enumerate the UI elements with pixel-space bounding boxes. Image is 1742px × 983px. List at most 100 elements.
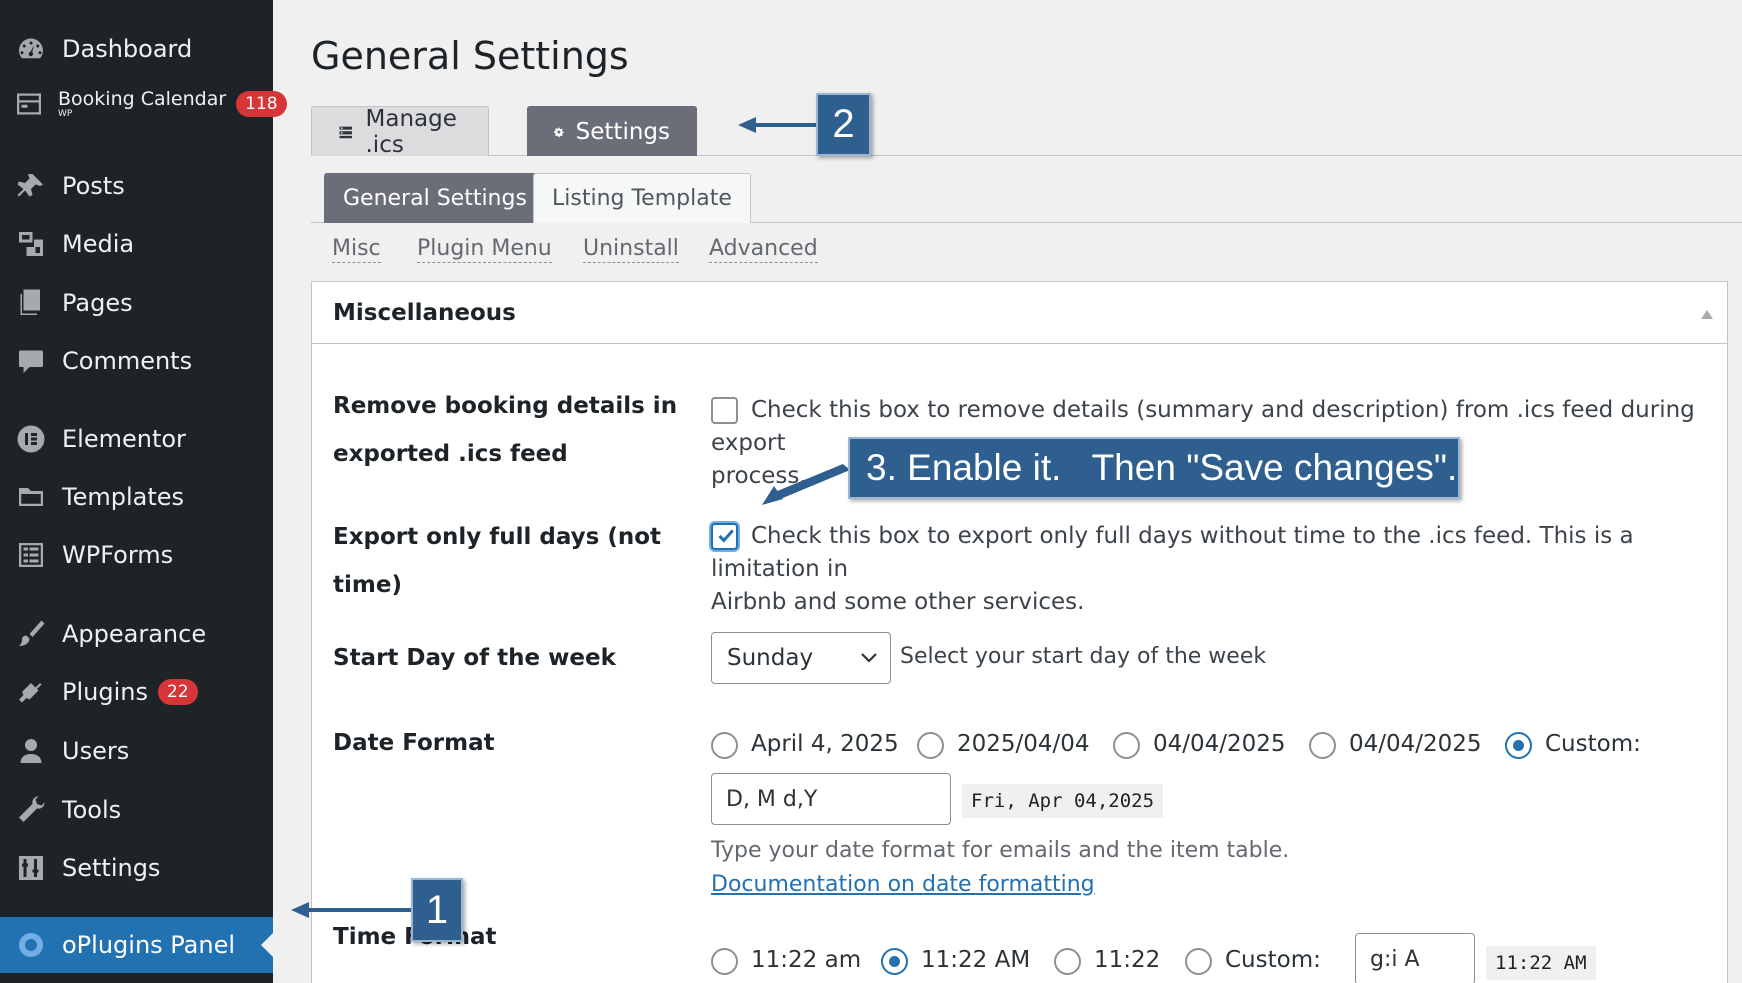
anchor-link-advanced[interactable]: Advanced (709, 236, 818, 263)
sliders-icon (14, 853, 48, 883)
list-icon (339, 126, 352, 138)
time-format-option-1[interactable]: 11:22 am (751, 947, 861, 973)
page-title: General Settings (311, 34, 629, 78)
tab-label: Settings (575, 118, 670, 145)
date-format-option-custom[interactable]: Custom: (1545, 731, 1641, 757)
sidebar-item-booking-calendar[interactable]: Booking Calendar WP 118 (0, 80, 287, 128)
start-day-select[interactable]: Sunday (711, 632, 891, 684)
time-format-option-2[interactable]: 11:22 AM (921, 947, 1030, 973)
media-icon (14, 229, 48, 259)
date-format-radio-3[interactable] (1113, 732, 1140, 759)
sidebar-item-appearance[interactable]: Appearance (0, 610, 273, 658)
annotation-step-2: 2 (816, 93, 871, 156)
sidebar-item-dashboard[interactable]: Dashboard (0, 25, 273, 73)
sidebar-item-plugins[interactable]: Plugins 22 (0, 668, 273, 716)
active-indicator (261, 933, 273, 957)
annotation-step-3: 3. Enable it. Then "Save changes". (848, 437, 1460, 499)
time-format-radio-2[interactable] (881, 948, 908, 975)
sidebar-item-label: Comments (62, 347, 193, 375)
anchor-link-uninstall[interactable]: Uninstall (583, 236, 679, 263)
date-format-radio-custom[interactable] (1505, 732, 1532, 759)
sidebar-item-label: oPlugins Panel (62, 931, 236, 959)
sidebar-item-templates[interactable]: Templates (0, 473, 273, 521)
subtab-listing-template[interactable]: Listing Template (533, 173, 751, 223)
date-format-preview: Fri, Apr 04,2025 (962, 784, 1164, 818)
time-format-preview: 11:22 AM (1486, 946, 1596, 980)
time-format-custom-input[interactable]: g:i A (1355, 933, 1475, 983)
sidebar-item-label: Appearance (62, 620, 207, 648)
tab-manage-ics[interactable]: Manage .ics (311, 106, 489, 158)
date-format-doc-link[interactable]: Documentation on date formatting (711, 872, 1095, 897)
remove-details-label: Remove booking details in exported .ics … (333, 393, 678, 467)
sidebar-item-label: Media (62, 230, 135, 258)
time-format-radio-1[interactable] (711, 948, 738, 975)
time-format-option-custom[interactable]: Custom: (1225, 947, 1321, 973)
anchor-link-plugin-menu[interactable]: Plugin Menu (417, 236, 552, 263)
anchor-link-misc[interactable]: Misc (332, 236, 381, 263)
forms-icon (14, 540, 48, 570)
date-format-radio-4[interactable] (1309, 732, 1336, 759)
start-day-label: Start Day of the week (333, 645, 616, 671)
sidebar-item-label: Settings (62, 854, 161, 882)
sidebar-item-elementor[interactable]: Elementor (0, 415, 273, 463)
sidebar-item-media[interactable]: Media (0, 220, 273, 268)
subtab-general-settings[interactable]: General Settings (324, 173, 546, 223)
full-days-label: Export only full days (not time) (333, 524, 662, 598)
user-icon (14, 736, 48, 766)
panel-title: Miscellaneous (333, 299, 516, 326)
tab-divider (311, 155, 1742, 156)
date-format-option-1[interactable]: April 4, 2025 (751, 731, 899, 757)
notification-badge: 22 (157, 678, 198, 706)
calendar-icon (14, 89, 44, 119)
sidebar-item-sublabel: WP (58, 108, 73, 119)
dashboard-icon (14, 34, 48, 64)
date-format-label: Date Format (333, 730, 495, 756)
elementor-icon (14, 424, 48, 454)
sidebar-item-tools[interactable]: Tools (0, 786, 273, 834)
sidebar-item-label: Dashboard (62, 35, 193, 63)
date-format-custom-input[interactable]: D, M d,Y (711, 773, 951, 825)
date-format-option-3[interactable]: 04/04/2025 (1153, 731, 1286, 757)
sidebar-item-label: Elementor (62, 425, 186, 453)
start-day-help: Select your start day of the week (900, 644, 1267, 669)
sidebar-item-label: Plugins (62, 678, 148, 706)
date-format-option-2[interactable]: 2025/04/04 (957, 731, 1090, 757)
sidebar-item-settings[interactable]: Settings (0, 844, 273, 892)
pages-icon (14, 288, 48, 318)
sidebar-item-label: Templates (62, 483, 185, 511)
time-format-option-3[interactable]: 11:22 (1094, 947, 1160, 973)
gear-icon (554, 127, 564, 137)
time-format-radio-3[interactable] (1054, 948, 1081, 975)
time-format-label: Time Format (333, 924, 497, 950)
time-format-radio-custom[interactable] (1185, 948, 1212, 975)
pin-icon (14, 171, 48, 201)
sidebar-item-label: Users (62, 737, 130, 765)
collapse-arrow-icon[interactable] (1701, 310, 1713, 319)
sidebar-item-label: Posts (62, 172, 125, 200)
folder-icon (14, 482, 48, 512)
tab-settings[interactable]: Settings (527, 106, 697, 156)
date-format-radio-2[interactable] (917, 732, 944, 759)
annotation-step-1: 1 (411, 878, 463, 942)
date-format-help: Type your date format for emails and the… (711, 838, 1290, 863)
brush-icon (14, 619, 48, 649)
date-format-radio-1[interactable] (711, 732, 738, 759)
oplugins-icon (14, 930, 48, 960)
wrench-icon (14, 795, 48, 825)
sidebar-item-pages[interactable]: Pages (0, 279, 273, 327)
sidebar-item-users[interactable]: Users (0, 727, 273, 775)
panel-header[interactable]: Miscellaneous (312, 282, 1727, 344)
full-days-description: Check this box to export only full days … (711, 523, 1634, 615)
sidebar-item-label: WPForms (62, 541, 174, 569)
settings-panel-miscellaneous: Miscellaneous Remove booking details in … (311, 281, 1728, 983)
date-format-option-4[interactable]: 04/04/2025 (1349, 731, 1482, 757)
chevron-down-icon (861, 653, 877, 663)
sidebar-item-label: Pages (62, 289, 133, 317)
sidebar-item-oplugins-panel[interactable]: oPlugins Panel (0, 917, 273, 973)
sidebar-item-posts[interactable]: Posts (0, 162, 273, 210)
sidebar-item-wpforms[interactable]: WPForms (0, 531, 273, 579)
sidebar-item-comments[interactable]: Comments (0, 337, 273, 385)
plugin-icon (14, 677, 48, 707)
comment-icon (14, 346, 48, 376)
notification-badge: 118 (236, 90, 287, 118)
